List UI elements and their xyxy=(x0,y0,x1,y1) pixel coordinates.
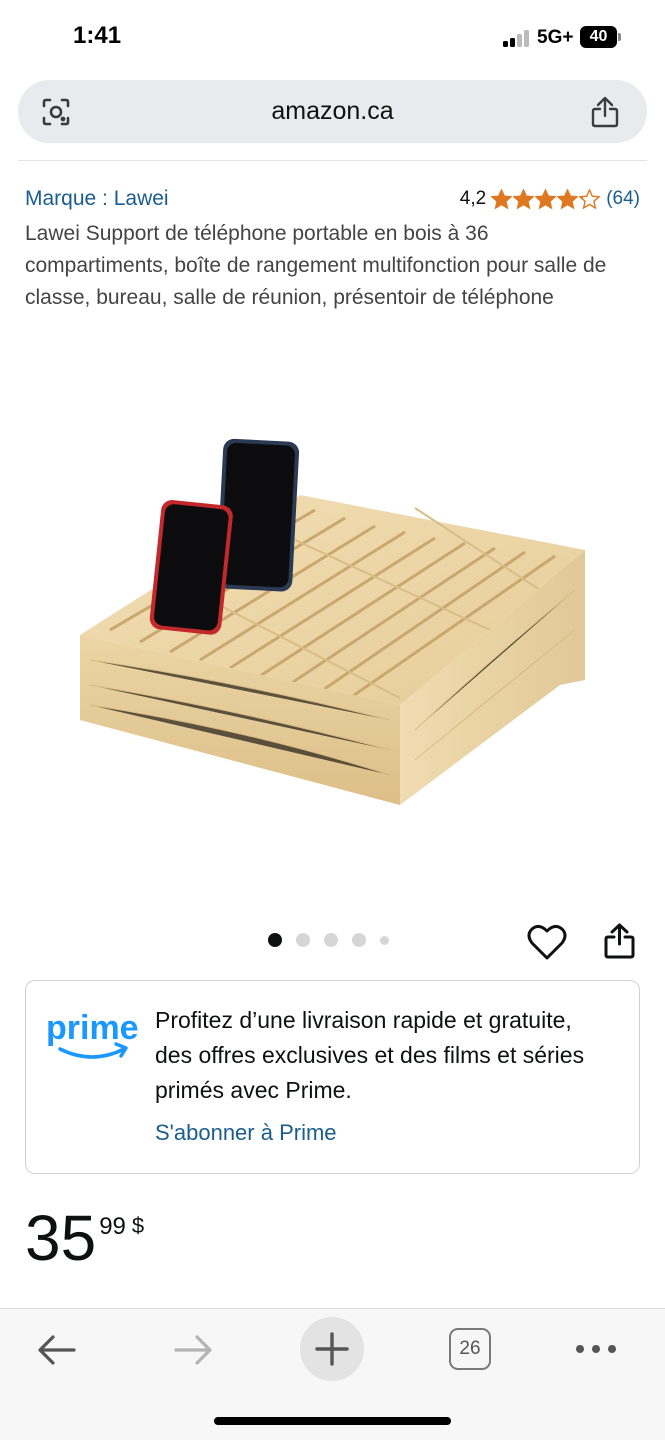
subscribe-prime-link[interactable]: S'abonner à Prime xyxy=(155,1120,337,1146)
home-indicator xyxy=(214,1417,451,1425)
carousel-dot[interactable] xyxy=(268,933,282,947)
prime-promo-card: prime Profitez d’une livraison rapide et… xyxy=(25,980,640,1174)
product-title: Lawei Support de téléphone portable en b… xyxy=(25,222,607,309)
rating-summary[interactable]: 4,2 (64) xyxy=(460,186,640,212)
rating-count[interactable]: (64) xyxy=(606,188,640,210)
status-bar: 1:41 5G+ 40 xyxy=(0,0,665,76)
battery-tip xyxy=(618,33,621,41)
star-icon xyxy=(513,188,535,209)
signal-icon xyxy=(503,30,533,47)
tab-switcher-button[interactable]: 26 xyxy=(449,1328,491,1370)
price-whole: 35 xyxy=(25,1202,97,1274)
carousel-dot[interactable] xyxy=(296,933,310,947)
back-arrow-icon[interactable] xyxy=(36,1333,78,1367)
price-fraction: 99 xyxy=(99,1213,126,1240)
carousel-dot[interactable] xyxy=(352,933,366,947)
star-rating xyxy=(491,188,601,210)
url-text[interactable]: amazon.ca xyxy=(18,97,647,126)
brand-link[interactable]: Marque : Lawei xyxy=(25,187,169,211)
product-image[interactable] xyxy=(70,430,595,820)
new-tab-button[interactable] xyxy=(300,1317,364,1381)
divider xyxy=(18,160,647,161)
more-icon[interactable] xyxy=(574,1337,618,1361)
share-icon[interactable] xyxy=(590,95,620,129)
star-icon xyxy=(535,188,557,209)
prime-message: Profitez d’une livraison rapide et gratu… xyxy=(155,1007,585,1103)
star-icon xyxy=(557,188,579,209)
carousel-dot[interactable] xyxy=(324,933,338,947)
network-label: 5G+ xyxy=(537,27,574,48)
star-icon xyxy=(579,188,601,209)
forward-arrow-icon[interactable] xyxy=(172,1333,214,1367)
prime-logo-text: prime xyxy=(46,1009,139,1047)
heart-icon[interactable] xyxy=(527,924,567,962)
address-bar[interactable]: amazon.ca xyxy=(18,80,647,143)
carousel-dot[interactable] xyxy=(380,935,389,945)
share-icon[interactable] xyxy=(603,922,636,960)
rating-value: 4,2 xyxy=(459,188,487,209)
price-currency: $ xyxy=(131,1213,145,1238)
star-icon xyxy=(491,188,513,209)
battery-icon: 40 xyxy=(580,26,617,48)
prime-logo: prime xyxy=(46,1009,139,1059)
price: 35 99 $ xyxy=(25,1205,144,1271)
image-carousel-dots[interactable] xyxy=(268,932,403,948)
plus-icon xyxy=(315,1332,349,1366)
status-time: 1:41 xyxy=(73,22,122,49)
